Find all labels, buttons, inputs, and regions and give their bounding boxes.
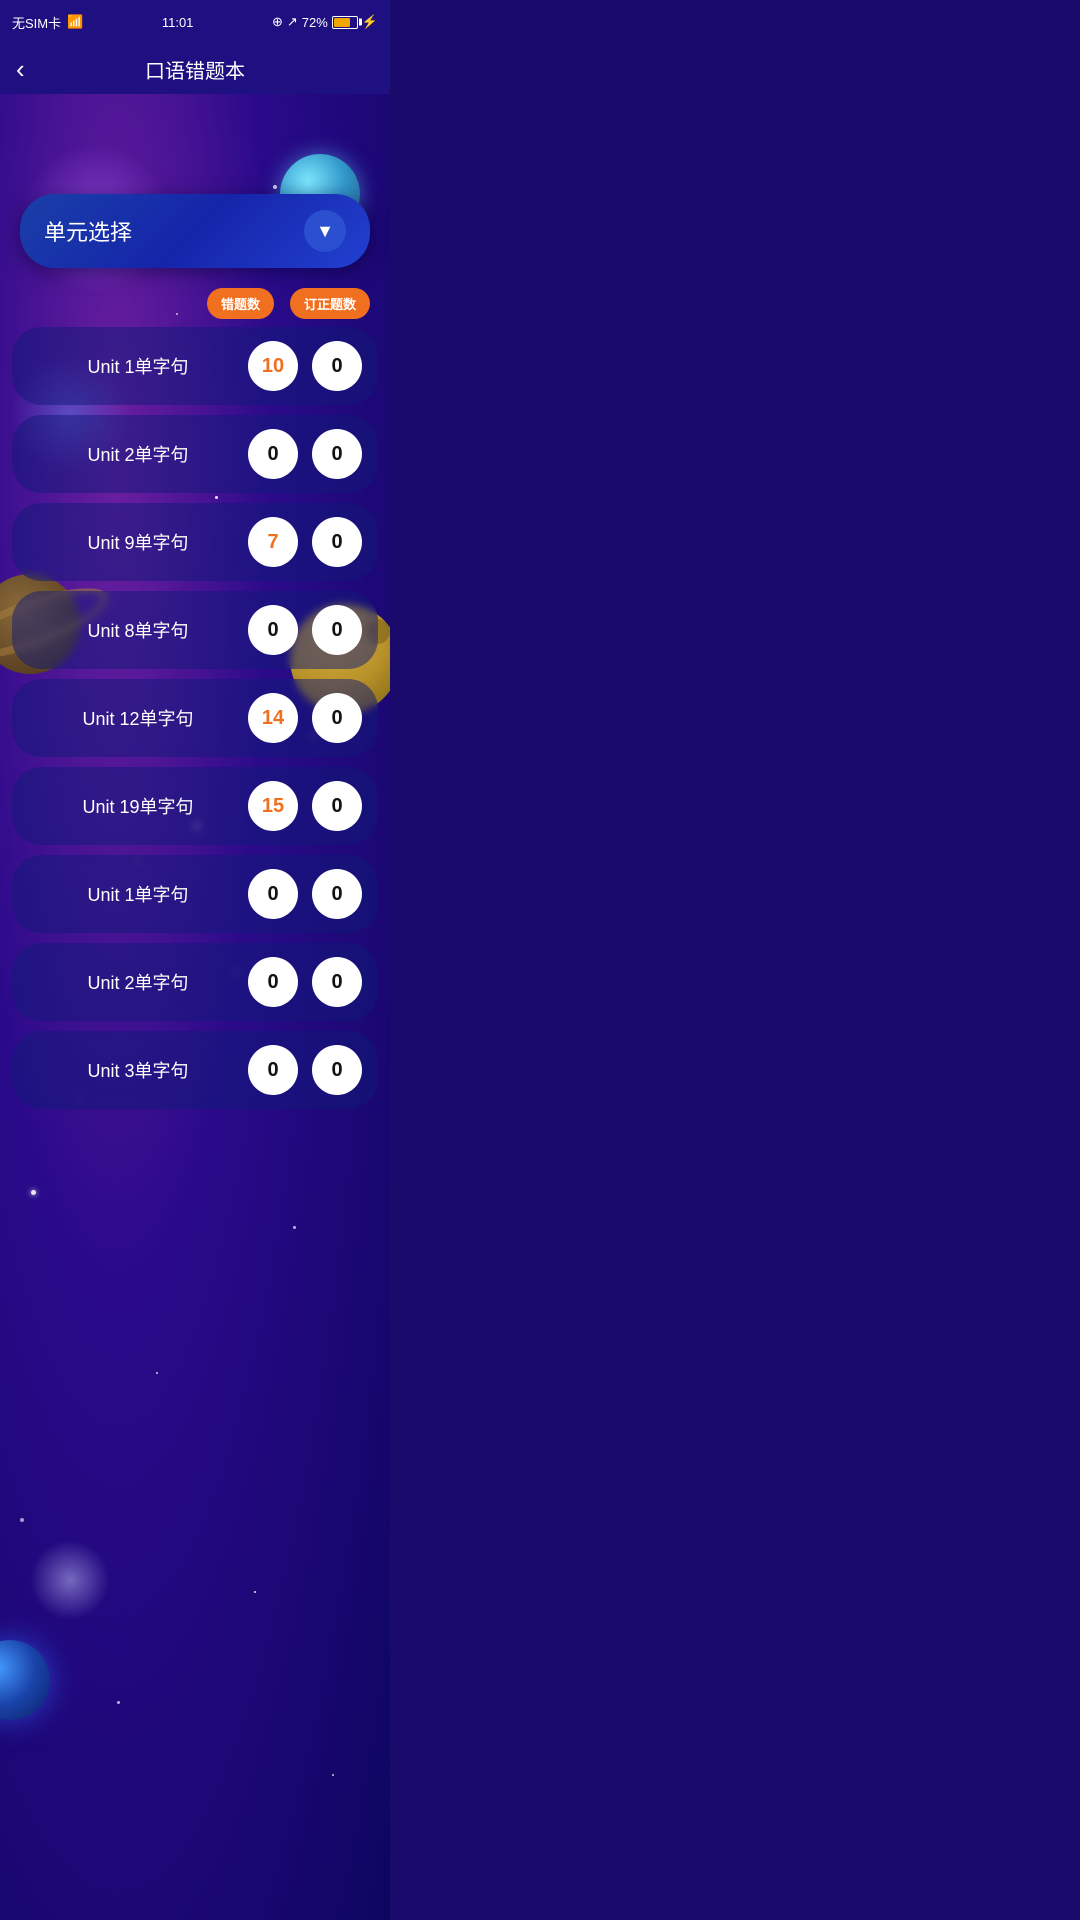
unit-name: Unit 9单字句 <box>28 529 248 555</box>
battery-icon <box>332 16 358 29</box>
error-count-badge: 0 <box>248 869 298 919</box>
unit-selector-label: 单元选择 <box>44 215 132 247</box>
unit-badges: 00 <box>248 869 362 919</box>
unit-row[interactable]: Unit 1单字句00 <box>12 855 378 933</box>
status-left: 无SIM卡 📶 <box>12 13 83 32</box>
charging-icon: ⚡ <box>362 14 378 30</box>
app-header: ‹ 口语错题本 <box>0 44 390 94</box>
corrected-count-badge: 0 <box>312 781 362 831</box>
navigation-icon: ↗ <box>287 14 298 30</box>
back-button[interactable]: ‹ <box>16 56 25 82</box>
planet-blue2-decoration <box>0 1640 50 1720</box>
main-content: 单元选择 ▼ 错题数 订正题数 Unit 1单字句100Unit 2单字句00U… <box>0 94 390 1920</box>
unit-row[interactable]: Unit 2单字句00 <box>12 943 378 1021</box>
unit-name: Unit 3单字句 <box>28 1057 248 1083</box>
status-bar: 无SIM卡 📶 11:01 ⊕ ↗ 72% ⚡ <box>0 0 390 44</box>
battery-percent: 72% <box>302 15 328 30</box>
corrected-count-badge: 0 <box>312 1045 362 1095</box>
status-right: ⊕ ↗ 72% ⚡ <box>272 14 378 30</box>
unit-list: Unit 1单字句100Unit 2单字句00Unit 9单字句70Unit 8… <box>0 327 390 1109</box>
unit-badges: 10 0 <box>248 341 362 391</box>
unit-badges: 00 <box>248 1045 362 1095</box>
error-count-header: 错题数 <box>207 288 274 319</box>
time-display: 11:01 <box>162 15 194 30</box>
unit-name: Unit 12单字句 <box>28 705 248 731</box>
corrected-count-badge: 0 <box>312 869 362 919</box>
error-count-badge: 0 <box>248 1045 298 1095</box>
corrected-count-badge: 0 <box>312 341 362 391</box>
carrier-text: 无SIM卡 <box>12 13 61 32</box>
wifi-icon: 📶 <box>67 14 83 30</box>
unit-name: Unit 8单字句 <box>28 617 248 643</box>
unit-name: Unit 19单字句 <box>28 793 248 819</box>
unit-row[interactable]: Unit 3单字句00 <box>12 1031 378 1109</box>
corrected-count-badge: 0 <box>312 693 362 743</box>
unit-badges: 15 0 <box>248 781 362 831</box>
corrected-count-badge: 0 <box>312 605 362 655</box>
chevron-down-icon: ▼ <box>304 210 346 252</box>
unit-row[interactable]: Unit 2单字句00 <box>12 415 378 493</box>
page-title: 口语错题本 <box>145 55 245 84</box>
unit-row[interactable]: Unit 1单字句10 0 <box>12 327 378 405</box>
error-count-badge: 14 <box>248 693 298 743</box>
error-count-badge: 0 <box>248 429 298 479</box>
error-count-badge: 0 <box>248 605 298 655</box>
corrected-count-header: 订正题数 <box>290 288 370 319</box>
error-count-badge: 7 <box>248 517 298 567</box>
unit-row[interactable]: Unit 8单字句00 <box>12 591 378 669</box>
unit-row[interactable]: Unit 12单字句14 0 <box>12 679 378 757</box>
unit-name: Unit 2单字句 <box>28 969 248 995</box>
unit-name: Unit 1单字句 <box>28 881 248 907</box>
unit-selector-dropdown[interactable]: 单元选择 ▼ <box>20 194 370 268</box>
unit-badges: 00 <box>248 957 362 1007</box>
unit-name: Unit 2单字句 <box>28 441 248 467</box>
location-icon: ⊕ <box>272 14 283 30</box>
error-count-badge: 0 <box>248 957 298 1007</box>
unit-name: Unit 1单字句 <box>28 353 248 379</box>
unit-badges: 70 <box>248 517 362 567</box>
unit-row[interactable]: Unit 9单字句70 <box>12 503 378 581</box>
error-count-badge: 15 <box>248 781 298 831</box>
unit-badges: 14 0 <box>248 693 362 743</box>
corrected-count-badge: 0 <box>312 517 362 567</box>
error-count-badge: 10 <box>248 341 298 391</box>
unit-badges: 00 <box>248 429 362 479</box>
unit-row[interactable]: Unit 19单字句15 0 <box>12 767 378 845</box>
unit-badges: 00 <box>248 605 362 655</box>
column-headers: 错题数 订正题数 <box>20 288 370 319</box>
corrected-count-badge: 0 <box>312 429 362 479</box>
corrected-count-badge: 0 <box>312 957 362 1007</box>
glow-3 <box>30 1540 110 1620</box>
